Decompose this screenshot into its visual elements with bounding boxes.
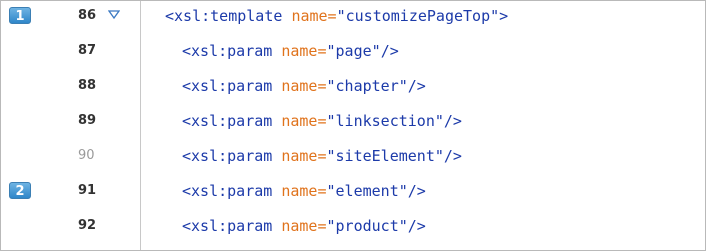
code-text: <xsl:param name="product"/> [182, 217, 426, 235]
code-editor: 1 86 <xsl:template name="customizePageTo… [0, 0, 706, 251]
code-line-86[interactable]: 1 86 <xsl:template name="customizePageTo… [1, 1, 705, 36]
code-text: <xsl:template name="customizePageTop"> [165, 7, 509, 25]
code-text: <xsl:param name="siteElement"/> [182, 147, 462, 165]
code-line-88[interactable]: 88 <xsl:param name="chapter"/> [1, 71, 705, 106]
code-text: <xsl:param name="linksection"/> [182, 112, 462, 130]
step-marker-1: 1 [9, 7, 31, 24]
code-line-91[interactable]: 2 91 <xsl:param name="element"/> [1, 176, 705, 211]
code-line-89[interactable]: 89 <xsl:param name="linksection"/> [1, 106, 705, 141]
line-number: 89 [78, 113, 97, 128]
code-line-90[interactable]: 90 <xsl:param name="siteElement"/> [1, 141, 705, 176]
line-number: 91 [78, 183, 97, 198]
step-marker-2: 2 [9, 182, 31, 199]
line-number: 87 [78, 43, 97, 58]
line-number: 88 [78, 78, 97, 93]
code-line-92[interactable]: 92 <xsl:param name="product"/> [1, 211, 705, 246]
code-line-87[interactable]: 87 <xsl:param name="page"/> [1, 36, 705, 71]
line-number: 92 [78, 218, 97, 233]
code-text: <xsl:param name="page"/> [182, 42, 399, 60]
code-text: <xsl:param name="chapter"/> [182, 77, 426, 95]
line-number: 86 [78, 8, 97, 23]
code-text: <xsl:param name="element"/> [182, 182, 426, 200]
line-number: 90 [78, 148, 95, 163]
